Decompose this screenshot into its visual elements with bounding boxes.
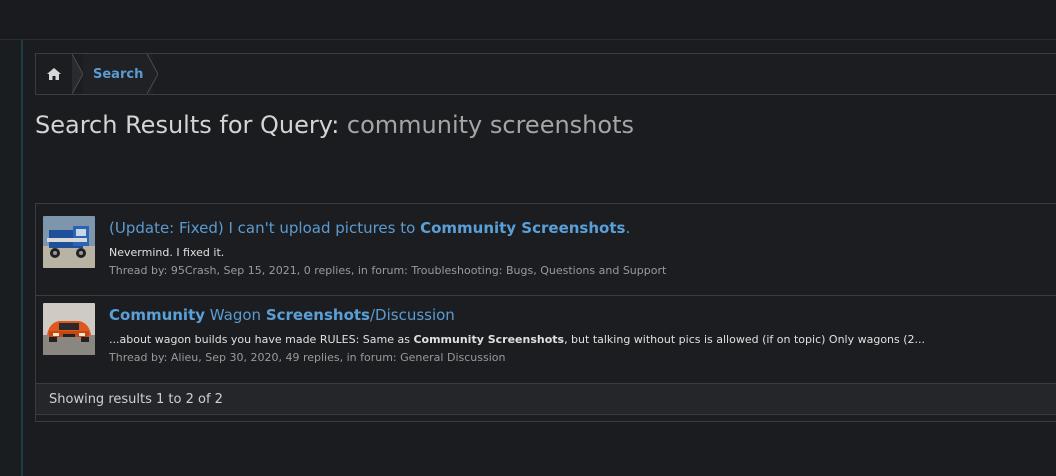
author-link[interactable]: Alieu xyxy=(171,351,198,364)
home-icon[interactable] xyxy=(36,54,72,94)
list-item: (Update: Fixed) I can't upload pictures … xyxy=(36,204,1056,296)
page-title-prefix: Search Results for Query: xyxy=(35,111,340,139)
forum-link[interactable]: Troubleshooting: Bugs, Questions and Sup… xyxy=(411,264,666,277)
breadcrumb: Search xyxy=(35,53,1056,95)
forum-link[interactable]: General Discussion xyxy=(400,351,505,364)
page-title: Search Results for Query: community scre… xyxy=(35,111,634,139)
breadcrumb-separator-icon xyxy=(147,54,158,94)
breadcrumb-separator-icon xyxy=(72,54,83,94)
result-meta: Thread by: Alieu, Sep 30, 2020, 49 repli… xyxy=(109,351,506,364)
truck-avatar[interactable] xyxy=(43,216,95,268)
car-avatar[interactable] xyxy=(43,303,95,355)
result-title-link[interactable]: (Update: Fixed) I can't upload pictures … xyxy=(109,219,630,237)
left-rail xyxy=(0,40,23,476)
list-item: Community Wagon Screenshots/Discussion .… xyxy=(36,296,1056,383)
breadcrumb-search-link[interactable]: Search xyxy=(83,54,154,94)
result-meta: Thread by: 95Crash, Sep 15, 2021, 0 repl… xyxy=(109,264,667,277)
result-title-link[interactable]: Community Wagon Screenshots/Discussion xyxy=(109,306,455,324)
result-snippet: Nevermind. I fixed it. xyxy=(109,246,225,259)
author-link[interactable]: 95Crash xyxy=(171,264,217,277)
search-query: community screenshots xyxy=(346,111,634,139)
results-count: Showing results 1 to 2 of 2 xyxy=(36,383,1056,415)
search-results-list: (Update: Fixed) I can't upload pictures … xyxy=(35,203,1056,422)
top-bar xyxy=(0,0,1056,40)
result-snippet: ...about wagon builds you have made RULE… xyxy=(109,333,926,346)
